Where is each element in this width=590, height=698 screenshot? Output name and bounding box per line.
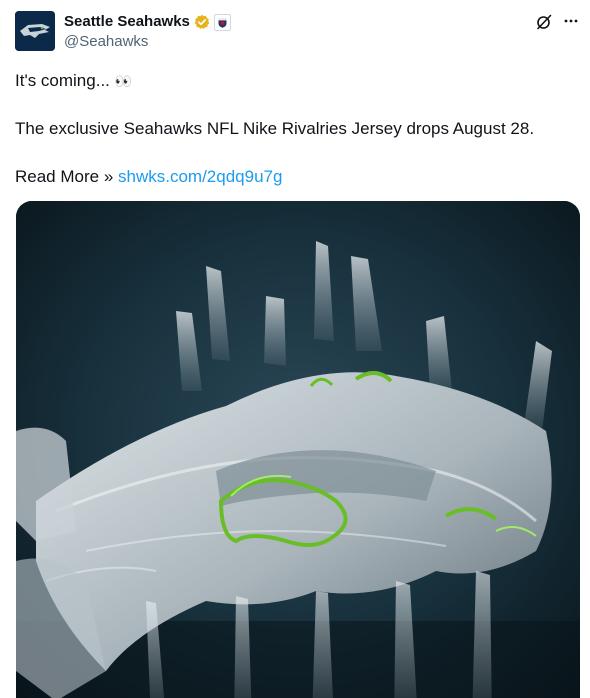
more-icon[interactable] [562, 12, 580, 30]
tweet-text-line-2: The exclusive Seahawks NFL Nike Rivalrie… [15, 119, 535, 138]
seahawks-logo-icon [15, 11, 55, 51]
read-more-label: Read More » [15, 167, 114, 186]
tweet-teaser: It's coming... [15, 71, 110, 90]
handle[interactable]: @Seahawks [64, 32, 148, 52]
tweet-text-line-3: Read More » shwks.com/2qdq9u7g [15, 166, 282, 188]
tweet-text-line-1: It's coming... 👀 [15, 70, 132, 92]
tweet-link[interactable]: shwks.com/2qdq9u7g [118, 167, 282, 186]
jersey-artwork-image [16, 201, 580, 698]
grok-icon[interactable] [535, 13, 553, 31]
tweet-media-image[interactable] [16, 201, 580, 698]
avatar[interactable] [15, 11, 55, 51]
display-name-row[interactable]: Seattle Seahawks [64, 12, 231, 32]
verified-badge-icon [194, 14, 210, 29]
display-name[interactable]: Seattle Seahawks [64, 12, 190, 32]
eyes-emoji: 👀 [114, 73, 132, 89]
nfl-affiliate-icon[interactable] [213, 13, 231, 31]
